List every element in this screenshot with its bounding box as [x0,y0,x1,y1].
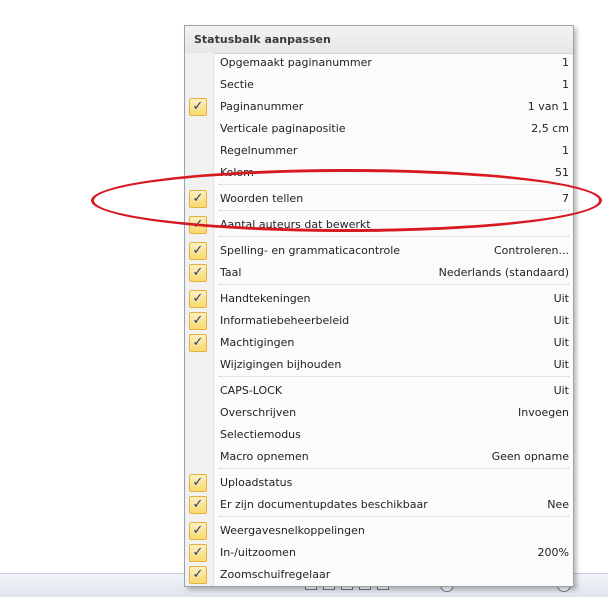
menu-item-label: Kolom [220,166,254,179]
menu-item-label: Wijzigingen bijhouden [220,358,342,371]
checkmark-icon: ✓ [189,544,207,562]
menu-item[interactable]: ✓ Informatiebeheerbeleid Uit [185,310,573,332]
checkmark-icon: ✓ [189,98,207,116]
menu-item-label: Machtigingen [220,336,295,349]
menu-item-value: 200% [537,546,569,559]
menu-item[interactable]: ✓ Zoomschuifregelaar [185,564,573,586]
menu-item-value: 7 [562,192,569,205]
menu-item[interactable]: Verticale paginapositie 2,5 cm [185,118,573,140]
menu-item-label: Zoomschuifregelaar [220,568,331,581]
menu-item[interactable]: Selectiemodus [185,424,573,446]
menu-item-label: Selectiemodus [220,428,301,441]
menu-item[interactable]: ✓ Handtekeningen Uit [185,288,573,310]
menu-separator [219,284,569,285]
checkmark-icon: ✓ [189,190,207,208]
menu-item-label: Sectie [220,78,254,91]
menu-item-label: Weergavesnelkoppelingen [220,524,365,537]
menu-item-value: 1 van 1 [527,100,569,113]
menu-item[interactable]: Wijzigingen bijhouden Uit [185,354,573,376]
menu-item[interactable]: ✓ Machtigingen Uit [185,332,573,354]
menu-item-value: Nee [547,498,569,511]
menu-item-value: Nederlands (standaard) [438,266,569,279]
checkmark-icon: ✓ [189,242,207,260]
menu-item-value: Uit [553,336,569,349]
menu-separator [219,516,569,517]
menu-separator [219,376,569,377]
menu-item[interactable]: ✓ Paginanummer 1 van 1 [185,96,573,118]
menu-item-label: Woorden tellen [220,192,304,205]
menu-item[interactable]: ✓ Aantal auteurs dat bewerkt [185,214,573,236]
menu-item-label: Handtekeningen [220,292,311,305]
menu-item-label: Uploadstatus [220,476,293,489]
checkmark-icon: ✓ [189,566,207,584]
menu-item[interactable]: ✓ Woorden tellen 7 [185,188,573,210]
menu-item-label: Macro opnemen [220,450,309,463]
menu-item[interactable]: ✓ Weergavesnelkoppelingen [185,520,573,542]
menu-item-value: Invoegen [518,406,569,419]
customize-statusbar-menu: Statusbalk aanpassen Opgemaakt paginanum… [184,25,574,587]
menu-header: Statusbalk aanpassen [185,26,573,54]
menu-item-label: Aantal auteurs dat bewerkt [220,218,371,231]
menu-item[interactable]: CAPS-LOCK Uit [185,380,573,402]
menu-item-label: Regelnummer [220,144,298,157]
menu-item[interactable]: ✓ Er zijn documentupdates beschikbaar Nee [185,494,573,516]
checkmark-icon: ✓ [189,312,207,330]
menu-item-value: 2,5 cm [531,122,569,135]
menu-item[interactable]: ✓ Spelling- en grammaticacontrole Controle… [185,240,573,262]
menu-item[interactable]: Opgemaakt paginanummer 1 [185,52,573,74]
menu-item-label: In-/uitzoomen [220,546,296,559]
checkmark-icon: ✓ [189,496,207,514]
menu-item-label: Er zijn documentupdates beschikbaar [220,498,428,511]
checkmark-icon: ✓ [189,216,207,234]
checkmark-icon: ✓ [189,522,207,540]
checkmark-icon: ✓ [189,264,207,282]
menu-item[interactable]: Kolom 51 [185,162,573,184]
menu-item[interactable]: Sectie 1 [185,74,573,96]
menu-item-label: Informatiebeheerbeleid [220,314,350,327]
menu-item-label: Overschrijven [220,406,297,419]
menu-item-value: Uit [553,292,569,305]
menu-separator [219,184,569,185]
menu-item-value: Geen opname [491,450,569,463]
menu-separator [219,468,569,469]
menu-separator [219,210,569,211]
menu-item-label: Verticale paginapositie [220,122,346,135]
menu-item[interactable]: Overschrijven Invoegen [185,402,573,424]
menu-item[interactable]: ✓ In-/uitzoomen 200% [185,542,573,564]
menu-item-value: 1 [562,56,569,69]
menu-item[interactable]: Macro opnemen Geen opname [185,446,573,468]
menu-item-label: Spelling- en grammaticacontrole [220,244,401,257]
menu-item-value: 1 [562,144,569,157]
menu-item-label: Taal [220,266,242,279]
menu-item[interactable]: ✓ Uploadstatus [185,472,573,494]
checkmark-icon: ✓ [189,474,207,492]
menu-item[interactable]: Regelnummer 1 [185,140,573,162]
menu-item[interactable]: ✓ Taal Nederlands (standaard) [185,262,573,284]
menu-item-value: Uit [553,384,569,397]
menu-item-value: Uit [553,314,569,327]
menu-item-label: Opgemaakt paginanummer [220,56,372,69]
menu-item-label: Paginanummer [220,100,304,113]
checkmark-icon: ✓ [189,290,207,308]
menu-item-value: 51 [555,166,569,179]
menu-item-value: Uit [553,358,569,371]
checkmark-icon: ✓ [189,334,207,352]
menu-item-value: Controleren... [493,244,569,257]
menu-item-label: CAPS-LOCK [220,384,283,397]
menu-item-value: 1 [562,78,569,91]
menu-separator [219,236,569,237]
menu-title: Statusbalk aanpassen [194,33,331,46]
